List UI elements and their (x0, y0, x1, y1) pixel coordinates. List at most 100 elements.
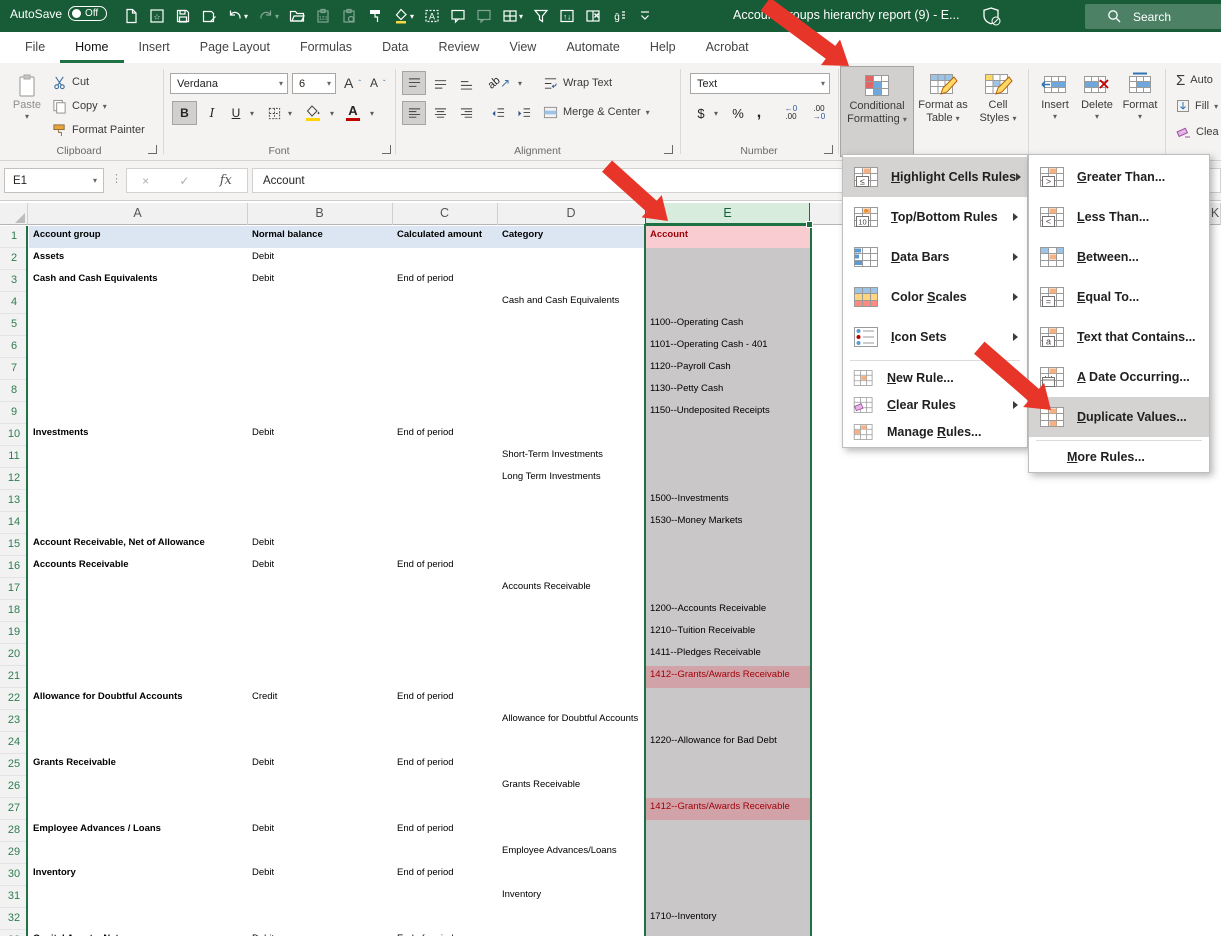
row-header-21[interactable]: 21 (0, 666, 28, 688)
name-box[interactable]: E1 ▾ (4, 168, 104, 193)
underline-menu-button[interactable]: ▾ (246, 101, 258, 125)
row-header-24[interactable]: 24 (0, 732, 28, 754)
format-painter-qat-button[interactable] (362, 3, 388, 29)
cell-E20[interactable]: 1411--Pledges Receivable (646, 644, 810, 666)
column-header-d[interactable]: D (497, 203, 646, 225)
highlight-cells-rules-menu-item[interactable]: ≤Highlight Cells Rules (843, 157, 1027, 197)
duplicate-values-menu-item[interactable]: Duplicate Values... (1029, 397, 1209, 437)
cell-D1[interactable]: Category (498, 226, 646, 248)
cell-C10[interactable]: End of period (393, 424, 498, 446)
cell-B10[interactable]: Debit (248, 424, 393, 446)
grow-font-button[interactable]: Aˆ (344, 72, 361, 94)
cell-E9[interactable]: 1150--Undeposited Receipts (646, 402, 810, 424)
row-header-27[interactable]: 27 (0, 798, 28, 820)
open-folder-button[interactable] (284, 3, 310, 29)
shrink-font-button[interactable]: Aˇ (370, 72, 386, 94)
column-header-k[interactable]: K (1210, 203, 1221, 225)
cell-B15[interactable]: Debit (248, 534, 393, 556)
cell-A25[interactable]: Grants Receivable (29, 754, 248, 776)
filter-button[interactable] (528, 3, 554, 29)
cell-E27[interactable]: 1412--Grants/Awards Receivable (646, 798, 810, 820)
language-button[interactable]: ḡ (606, 3, 632, 29)
column-header-a[interactable]: A (28, 203, 248, 225)
percent-style-button[interactable]: % (728, 101, 748, 125)
font-family-select[interactable]: Verdana▾ (170, 73, 288, 94)
column-header-e[interactable]: E (645, 203, 810, 225)
row-header-25[interactable]: 25 (0, 754, 28, 776)
cell-E19[interactable]: 1210--Tuition Receivable (646, 622, 810, 644)
cell-C22[interactable]: End of period (393, 688, 498, 710)
cell-E18[interactable]: 1200--Accounts Receivable (646, 600, 810, 622)
cell-E21[interactable]: 1412--Grants/Awards Receivable (646, 666, 810, 688)
decrease-decimal-button[interactable]: .00→0 (806, 101, 832, 125)
cell-C16[interactable]: End of period (393, 556, 498, 578)
italic-button[interactable]: I (202, 101, 222, 125)
text-contains-menu-item[interactable]: aText that Contains... (1029, 317, 1209, 357)
cell-B22[interactable]: Credit (248, 688, 393, 710)
cell-B2[interactable]: Debit (248, 248, 393, 270)
align-right-button[interactable] (454, 101, 478, 125)
row-header-1[interactable]: 1 (0, 226, 28, 248)
autosave-pill[interactable]: Off (68, 6, 107, 21)
cell-A16[interactable]: Accounts Receivable (29, 556, 248, 578)
row-header-14[interactable]: 14 (0, 512, 28, 534)
cell-B16[interactable]: Debit (248, 556, 393, 578)
cell-B1[interactable]: Normal balance (248, 226, 393, 248)
cell-D23[interactable]: Allowance for Doubtful Accounts (498, 710, 646, 732)
new-file-button[interactable] (118, 3, 144, 29)
row-header-8[interactable]: 8 (0, 380, 28, 402)
between-menu-item[interactable]: Between... (1029, 237, 1209, 277)
date-occurring-menu-item[interactable]: A Date Occurring... (1029, 357, 1209, 397)
paste-special-button[interactable] (336, 3, 362, 29)
decrease-indent-button[interactable] (486, 101, 510, 125)
cancel-icon[interactable]: × (142, 174, 149, 188)
orientation-menu-button[interactable]: ▾ (514, 71, 526, 95)
row-header-32[interactable]: 32 (0, 908, 28, 930)
top-align-button[interactable] (402, 71, 426, 95)
redo-button[interactable]: ▾ (253, 3, 284, 29)
tab-automate[interactable]: Automate (551, 32, 635, 63)
cell-B33[interactable]: Debit (248, 930, 393, 936)
row-header-7[interactable]: 7 (0, 358, 28, 380)
column-header-b[interactable]: B (247, 203, 393, 225)
format-painter-button[interactable]: Format Painter (52, 119, 145, 141)
color-scales-menu-item[interactable]: Color Scales (843, 277, 1027, 317)
merge-center-button[interactable]: Merge & Center ▾ (543, 101, 650, 123)
bold-button[interactable]: B (172, 101, 197, 125)
conditional-formatting-button[interactable]: Conditional Formatting ▾ (840, 66, 914, 157)
format-cells-button[interactable]: Format ▾ (1119, 66, 1161, 157)
insert-function-icon[interactable]: fx (220, 173, 232, 188)
insert-cells-button[interactable]: Insert ▾ (1036, 66, 1074, 157)
tab-acrobat[interactable]: Acrobat (691, 32, 764, 63)
fill-color-menu-button[interactable]: ▾ (326, 101, 338, 125)
row-header-23[interactable]: 23 (0, 710, 28, 732)
callout-button[interactable] (445, 3, 471, 29)
tab-page-layout[interactable]: Page Layout (185, 32, 285, 63)
cell-B30[interactable]: Debit (248, 864, 393, 886)
undo-button[interactable]: ▾ (222, 3, 253, 29)
cell-E24[interactable]: 1220--Allowance for Bad Debt (646, 732, 810, 754)
top-bottom-rules-menu-item[interactable]: 10Top/Bottom Rules (843, 197, 1027, 237)
cell-E6[interactable]: 1101--Operating Cash - 401 (646, 336, 810, 358)
cell-E32[interactable]: 1710--Inventory (646, 908, 810, 930)
save-as-button[interactable] (196, 3, 222, 29)
bottom-align-button[interactable] (454, 71, 478, 95)
row-header-5[interactable]: 5 (0, 314, 28, 336)
cell-B25[interactable]: Debit (248, 754, 393, 776)
icon-sets-menu-item[interactable]: Icon Sets (843, 317, 1027, 357)
row-header-29[interactable]: 29 (0, 842, 28, 864)
template-button[interactable]: ☆ (144, 3, 170, 29)
clipboard-dialog-launcher[interactable] (148, 145, 157, 154)
accounting-menu-button[interactable]: ▾ (710, 101, 722, 125)
less-than-menu-item[interactable]: <Less Than... (1029, 197, 1209, 237)
row-header-20[interactable]: 20 (0, 644, 28, 666)
sensitivity-shield-icon[interactable] (980, 5, 1002, 27)
autosum-button[interactable]: Σ Auto (1176, 69, 1213, 91)
data-bars-menu-item[interactable]: Data Bars (843, 237, 1027, 277)
underline-button[interactable]: U (226, 101, 246, 125)
row-header-28[interactable]: 28 (0, 820, 28, 842)
cell-C1[interactable]: Calculated amount (393, 226, 498, 248)
cell-D12[interactable]: Long Term Investments (498, 468, 646, 490)
row-header-30[interactable]: 30 (0, 864, 28, 886)
tab-home[interactable]: Home (60, 32, 123, 63)
